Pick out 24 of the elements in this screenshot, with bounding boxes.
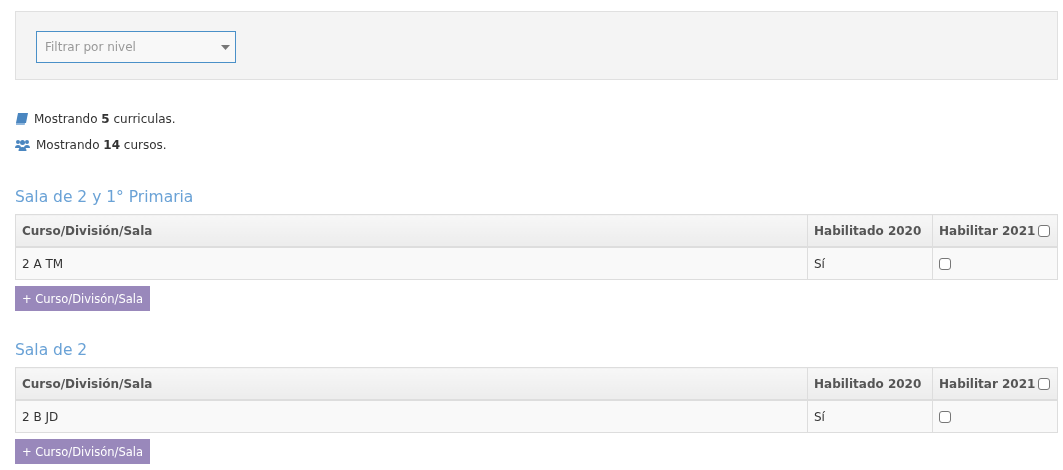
row-checkbox[interactable] xyxy=(939,411,951,423)
book-icon xyxy=(15,113,28,125)
section-title: Sala de 2 xyxy=(15,341,89,359)
caret-icon xyxy=(221,45,230,50)
section-title: Sala de 2 y 1° Primaria xyxy=(15,188,195,206)
count-text: Mostrando 5 curriculas. xyxy=(34,112,176,126)
table-cell: 2 A TM xyxy=(15,247,808,280)
add-course-button[interactable]: + Curso/Divisón/Sala xyxy=(15,439,151,464)
count-text: Mostrando 14 cursos. xyxy=(36,138,167,152)
column-header: Curso/División/Sala xyxy=(15,367,808,400)
column-header: Habilitado 2020 xyxy=(807,367,933,400)
select-all-checkbox[interactable] xyxy=(1038,377,1051,390)
column-header: Habilitar 2021 xyxy=(939,376,1036,391)
table-cell: Sí xyxy=(807,247,933,280)
level-filter-dropdown[interactable]: Filtrar por nivel xyxy=(36,31,236,63)
add-course-button[interactable]: + Curso/Divisón/Sala xyxy=(15,286,151,311)
select-all-checkbox[interactable] xyxy=(1038,224,1051,237)
table-cell: 2 B JD xyxy=(15,400,808,433)
table-cell: Sí xyxy=(807,400,933,433)
column-header: Habilitado 2020 xyxy=(807,214,933,247)
column-header: Curso/División/Sala xyxy=(15,214,808,247)
row-checkbox[interactable] xyxy=(939,258,951,270)
column-header: Habilitar 2021 xyxy=(939,223,1036,238)
users-icon xyxy=(15,139,30,151)
